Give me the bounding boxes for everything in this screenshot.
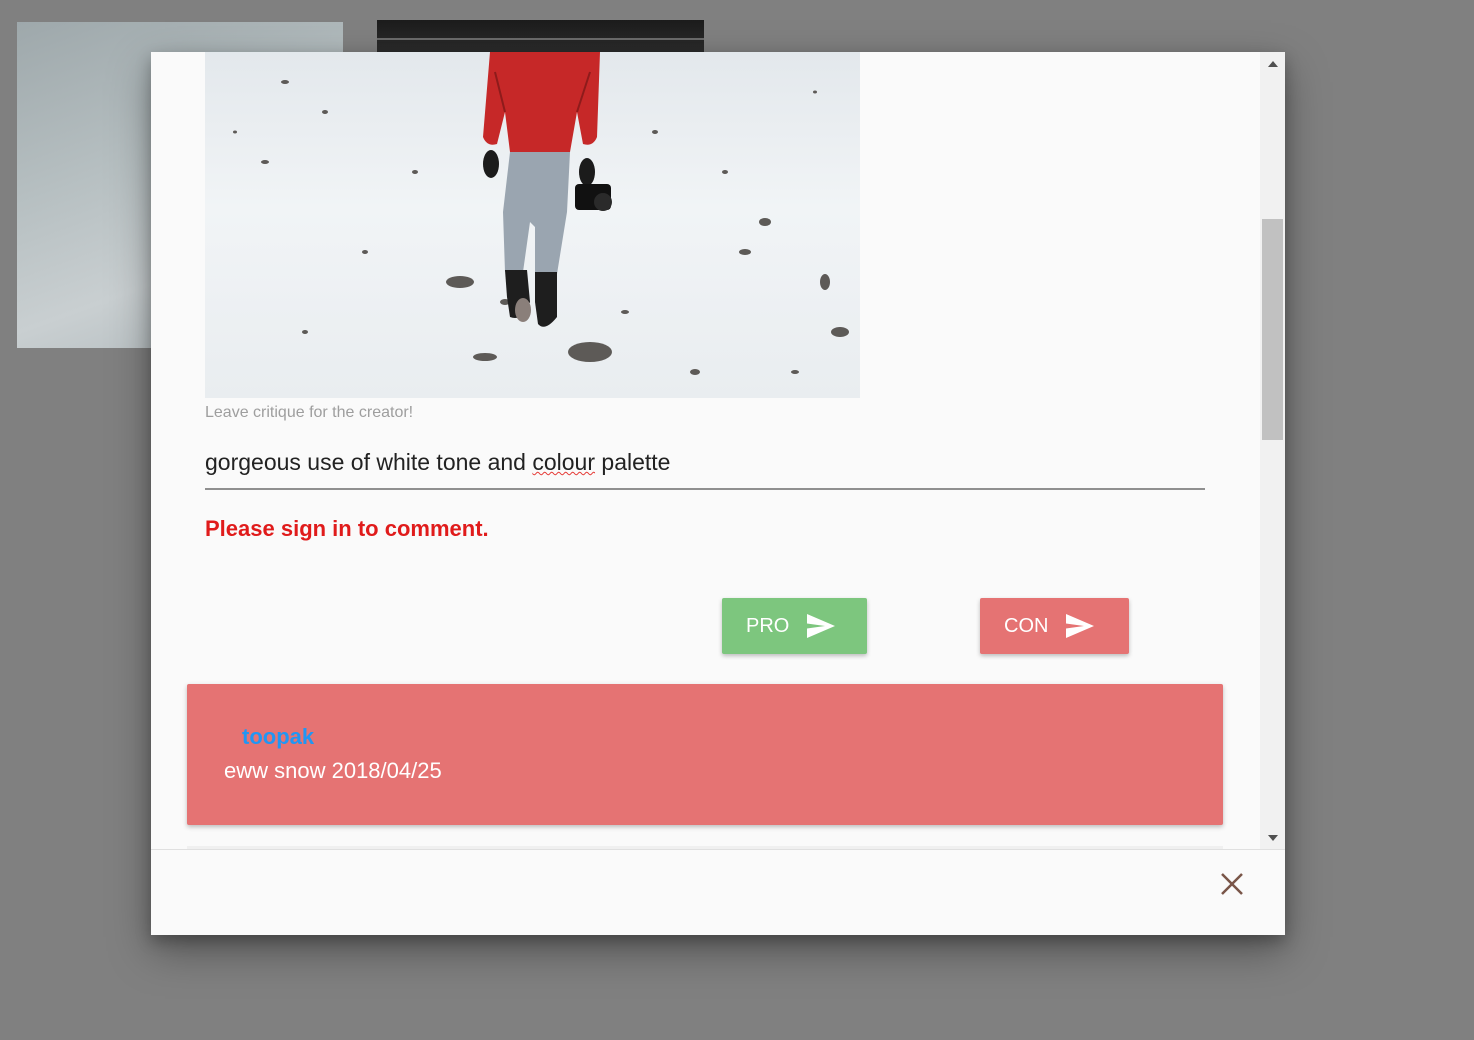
send-icon <box>807 614 836 638</box>
critique-modal: Leave critique for the creator! gorgeous… <box>151 52 1285 935</box>
con-button[interactable]: CON <box>980 598 1129 654</box>
critique-input-text-2: palette <box>595 449 671 475</box>
scrollbar-thumb[interactable] <box>1262 219 1283 440</box>
critique-input-misspelled-word: colour <box>532 449 596 475</box>
close-icon[interactable] <box>1217 869 1247 899</box>
artwork-photo <box>205 52 860 398</box>
scroll-up-arrow-icon[interactable] <box>1260 52 1285 76</box>
send-icon <box>1066 614 1095 638</box>
modal-footer-divider <box>151 849 1285 850</box>
con-button-label: CON <box>1004 614 1049 637</box>
critique-input-text-1: gorgeous use of white tone and <box>205 449 533 475</box>
modal-scroll-content: Leave critique for the creator! gorgeous… <box>151 52 1260 850</box>
sign-in-error: Please sign in to comment. <box>205 516 489 541</box>
modal-scrollbar[interactable] <box>1260 52 1285 850</box>
pro-button[interactable]: PRO <box>722 598 867 654</box>
comment-card: toopak eww snow 2018/04/25 <box>187 684 1223 825</box>
comment-text: eww snow 2018/04/25 <box>224 758 442 783</box>
comment-username[interactable]: toopak <box>242 724 314 750</box>
critique-caption: Leave critique for the creator! <box>205 404 414 421</box>
critique-input[interactable]: gorgeous use of white tone and colour pa… <box>205 438 1205 490</box>
scroll-down-arrow-icon[interactable] <box>1260 826 1285 850</box>
pro-button-label: PRO <box>746 614 790 637</box>
